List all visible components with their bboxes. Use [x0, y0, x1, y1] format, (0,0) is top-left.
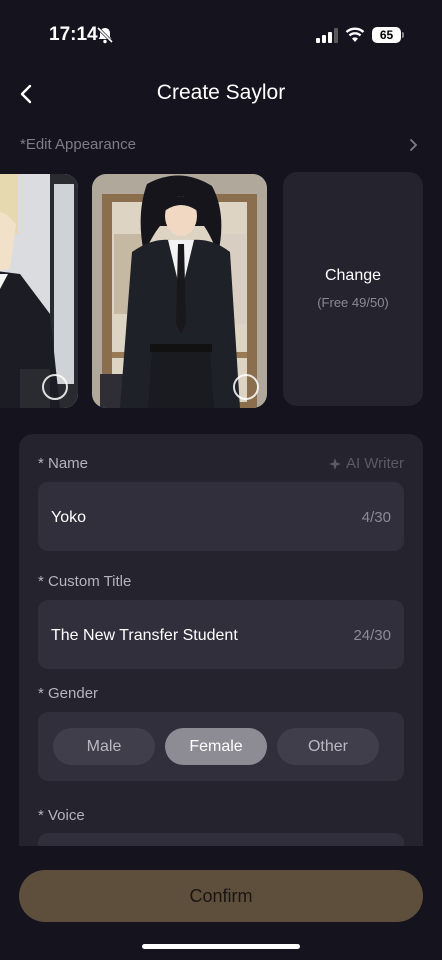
gender-option-other[interactable]: Other [277, 728, 379, 765]
battery-tip [402, 32, 404, 38]
edit-appearance-label: *Edit Appearance [20, 136, 136, 153]
wifi-icon [345, 27, 365, 42]
character-image-previous [0, 174, 78, 408]
bell-off-icon [96, 26, 114, 44]
gender-label: * Gender [38, 685, 99, 702]
appearance-card-previous[interactable] [0, 174, 78, 408]
select-ring[interactable] [233, 374, 259, 400]
status-bar: 17:14 65 [0, 0, 442, 64]
ai-writer-label: AI Writer [345, 455, 404, 472]
battery-icon: 65 [372, 27, 401, 43]
custom-title-label: * Custom Title [38, 573, 132, 590]
chevron-right-icon [410, 139, 418, 151]
name-label: * Name [38, 455, 89, 472]
select-ring[interactable] [42, 374, 68, 400]
custom-title-value: The New Transfer Student [51, 627, 238, 644]
change-label: Change [324, 267, 382, 284]
custom-title-input[interactable]: The New Transfer Student 24/30 [38, 600, 404, 669]
ai-writer-button[interactable]: AI Writer [328, 455, 404, 472]
name-value: Yoko [51, 509, 86, 526]
gender-option-female[interactable]: Female [165, 728, 267, 765]
gender-selector: Male Female Other [38, 712, 404, 781]
appearance-card-selected[interactable] [92, 174, 267, 408]
name-input[interactable]: Yoko 4/30 [38, 482, 404, 551]
status-time: 17:14 [49, 24, 98, 45]
home-indicator [142, 944, 300, 949]
confirm-button[interactable]: Confirm [19, 870, 423, 922]
page-title: Create Saylor [156, 81, 286, 104]
custom-title-counter: 24/30 [353, 627, 391, 644]
gender-option-male[interactable]: Male [53, 728, 155, 765]
voice-selector[interactable] [38, 833, 404, 846]
edit-appearance-row[interactable]: *Edit Appearance [0, 133, 442, 157]
name-counter: 4/30 [361, 509, 391, 526]
form-panel: * Name AI Writer Yoko 4/30 * Custom Titl… [19, 434, 423, 846]
signal-icon [316, 28, 338, 43]
change-appearance-button[interactable]: Change (Free 49/50) [283, 172, 423, 406]
appearance-carousel: Change (Free 49/50) [0, 172, 442, 410]
header: Create Saylor [0, 70, 442, 118]
sparkle-icon [328, 457, 341, 470]
free-count-label: (Free 49/50) [317, 295, 389, 310]
voice-label: * Voice [38, 807, 85, 824]
character-image-selected [92, 174, 267, 408]
